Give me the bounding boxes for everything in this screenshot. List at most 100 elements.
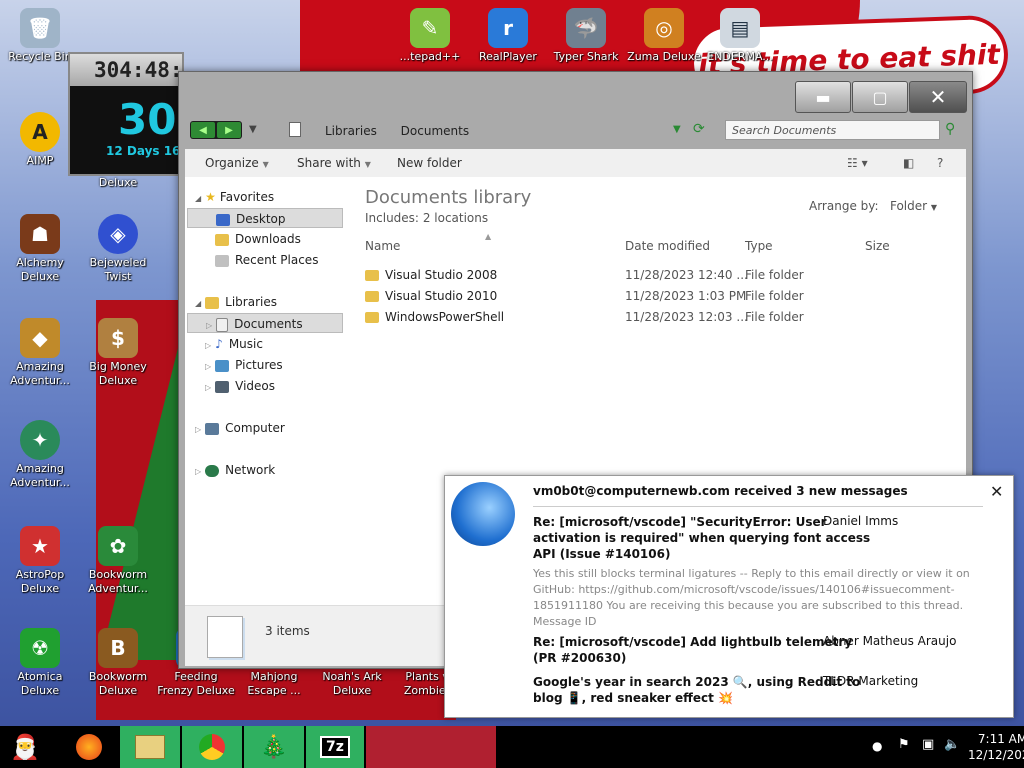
countdown-days-big: 30 xyxy=(118,95,177,144)
nav-desktop[interactable]: Desktop xyxy=(187,208,343,228)
taskbar-chrome[interactable] xyxy=(182,726,242,768)
message-preview: Yes this still blocks terminal ligatures… xyxy=(533,567,970,628)
mail-notification[interactable]: vm0b0t@computernewb.com received 3 new m… xyxy=(444,475,1014,718)
firefox-icon xyxy=(76,734,102,760)
nav-computer[interactable]: ▷ Computer xyxy=(195,418,285,438)
action-center-flag-icon[interactable]: ⚑ xyxy=(898,737,910,752)
desktop-icon-big-money[interactable]: $ Big Money Deluxe xyxy=(78,318,158,388)
clock[interactable]: 7:11 AM 12/12/2023 xyxy=(968,731,1024,763)
countdown-timer: 304:48:30 xyxy=(70,54,182,86)
nav-videos[interactable]: ▷ Videos xyxy=(205,376,275,396)
minimize-button[interactable]: ▬ xyxy=(795,81,851,113)
address-bar: ◀ ▶ ▼ Libraries Documents ▼ ⟳ Search Doc… xyxy=(179,112,972,146)
message-item[interactable]: Re: [microsoft/vscode] Add lightbulb tel… xyxy=(533,634,852,666)
message-item[interactable]: Google's year in search 2023 🔍, using Re… xyxy=(533,674,860,706)
desktop-icon-bookworm-deluxe[interactable]: B Bookworm Deluxe xyxy=(78,628,158,698)
desktop-icon-astropop[interactable]: ★ AstroPop Deluxe xyxy=(0,526,80,596)
view-options-icon[interactable]: ☷ ▾ xyxy=(847,156,868,170)
column-header-type[interactable]: Type xyxy=(745,239,773,253)
message-item[interactable]: Re: [microsoft/vscode] "SecurityError: U… xyxy=(533,514,870,562)
address-dropdown-icon[interactable]: ▼ xyxy=(673,124,681,135)
forward-button[interactable]: ▶ xyxy=(217,122,241,138)
bejeweled-icon: ◈ xyxy=(98,214,138,254)
nav-downloads[interactable]: Downloads xyxy=(215,229,301,249)
recent-pages-chevron-icon[interactable]: ▼ xyxy=(249,124,257,135)
new-folder-button[interactable]: New folder xyxy=(397,156,462,170)
expand-arrow-icon: ▷ xyxy=(205,383,212,392)
refresh-icon[interactable]: ⟳ xyxy=(693,121,705,137)
share-with-button[interactable]: Share with ▼ xyxy=(297,156,371,170)
arrange-by-dropdown[interactable]: Folder ▼ xyxy=(890,199,937,213)
collapse-arrow-icon: ◢ xyxy=(195,194,202,203)
network-tray-icon[interactable]: ▣ xyxy=(922,737,934,752)
desktop-icon-realplayer[interactable]: r RealPlayer xyxy=(468,8,548,64)
close-button[interactable]: ✕ xyxy=(909,81,967,113)
title-bar[interactable]: ▬ ▢ ✕ xyxy=(179,72,972,113)
message-sender: Daniel Imms xyxy=(823,514,899,528)
preview-pane-icon[interactable]: ◧ xyxy=(903,156,914,170)
santa-start-icon: 🎅 xyxy=(10,733,40,761)
nav-music[interactable]: ▷ ♪ Music xyxy=(205,334,263,354)
column-header-size[interactable]: Size xyxy=(865,239,890,253)
collapse-arrow-icon: ◢ xyxy=(195,299,202,308)
computer-icon xyxy=(205,422,220,435)
desktop-icon-notepadpp[interactable]: ✎ ...tepad++ xyxy=(390,8,470,64)
start-button[interactable]: 🎅 xyxy=(0,726,50,768)
bigmoney-icon: $ xyxy=(98,318,138,358)
nav-pictures[interactable]: ▷ Pictures xyxy=(205,355,283,375)
desktop-icon-zuma[interactable]: ◎ Zuma Deluxe xyxy=(624,8,704,64)
volume-icon[interactable]: 🔈 xyxy=(944,737,960,752)
notification-close-button[interactable]: ✕ xyxy=(990,482,1003,501)
breadcrumb-documents[interactable]: Documents xyxy=(401,124,469,138)
file-row[interactable]: Visual Studio 2010 11/28/2023 1:03 PM Fi… xyxy=(365,286,955,306)
search-input[interactable]: Search Documents xyxy=(725,120,940,140)
notification-title: vm0b0t@computernewb.com received 3 new m… xyxy=(533,484,908,498)
chrome-icon xyxy=(199,734,225,760)
folder-icon xyxy=(135,735,165,759)
navigation-pane: ◢ ★ Favorites Desktop Downloads Recent Pla… xyxy=(185,177,349,597)
desktop-icon-atomica[interactable]: ☢ Atomica Deluxe xyxy=(0,628,80,698)
breadcrumb: Libraries Documents xyxy=(325,124,489,138)
locations-link[interactable]: 2 locations xyxy=(423,211,488,225)
desktop-icon-amazing-2[interactable]: ✦ Amazing Adventur... xyxy=(0,420,80,490)
countdown-widget[interactable]: 304:48:30 30 12 Days 16 xyxy=(68,52,184,176)
expand-arrow-icon: ▷ xyxy=(206,321,213,330)
tray-dot-icon[interactable]: ● xyxy=(872,739,882,753)
nav-libraries[interactable]: ◢ Libraries xyxy=(195,292,277,312)
network-icon xyxy=(205,464,220,477)
file-row[interactable]: WindowsPowerShell 11/28/2023 12:03 ... F… xyxy=(365,307,955,327)
desktop-icon-enderman[interactable]: ▤ ENDERMA... xyxy=(700,8,780,64)
desktop-icon-amazing-1[interactable]: ◆ Amazing Adventur... xyxy=(0,318,80,388)
taskbar-christmas-app[interactable]: 🎄 xyxy=(244,726,304,768)
organize-button[interactable]: Organize ▼ xyxy=(205,156,269,170)
taskbar-7zip[interactable]: 7z xyxy=(306,726,364,768)
maximize-button[interactable]: ▢ xyxy=(852,81,908,113)
desktop-icon-alchemy[interactable]: ☗ Alchemy Deluxe xyxy=(0,214,80,284)
desktop-icon-typer-shark[interactable]: 🦈 Typer Shark xyxy=(546,8,626,64)
column-header-date[interactable]: Date modified xyxy=(625,239,710,253)
back-button[interactable]: ◀ xyxy=(191,122,215,138)
alchemy-icon: ☗ xyxy=(20,214,60,254)
help-button[interactable]: ? xyxy=(937,156,943,170)
zuma-icon: ◎ xyxy=(644,8,684,48)
file-row[interactable]: Visual Studio 2008 11/28/2023 12:40 ... … xyxy=(365,265,955,285)
aimp-icon: A xyxy=(20,112,60,152)
expand-arrow-icon: ▷ xyxy=(195,425,202,434)
nav-documents[interactable]: ▷ Documents xyxy=(187,313,343,333)
taskbar-firefox[interactable] xyxy=(62,726,116,768)
message-sender: Abner Matheus Araujo xyxy=(823,634,957,648)
nav-network[interactable]: ▷ Network xyxy=(195,460,275,480)
nav-favorites[interactable]: ◢ ★ Favorites xyxy=(195,187,274,207)
desktop-icon-label-deluxe[interactable]: Deluxe xyxy=(78,176,158,190)
column-header-name[interactable]: Name xyxy=(365,239,400,253)
desktop-icon-bookworm-adv[interactable]: ✿ Bookworm Adventur... xyxy=(78,526,158,596)
library-document-icon xyxy=(207,616,243,658)
search-icon[interactable]: ⚲ xyxy=(945,121,955,137)
command-bar: Organize ▼ Share with ▼ New folder ☷ ▾ ◧… xyxy=(185,149,966,178)
chevron-down-icon: ▼ xyxy=(364,160,371,169)
breadcrumb-libraries[interactable]: Libraries xyxy=(325,124,377,138)
taskbar-explorer[interactable] xyxy=(120,726,180,768)
close-icon: ✕ xyxy=(929,85,947,109)
nav-recent-places[interactable]: Recent Places xyxy=(215,250,318,270)
desktop-icon-bejeweled[interactable]: ◈ Bejeweled Twist xyxy=(78,214,158,284)
